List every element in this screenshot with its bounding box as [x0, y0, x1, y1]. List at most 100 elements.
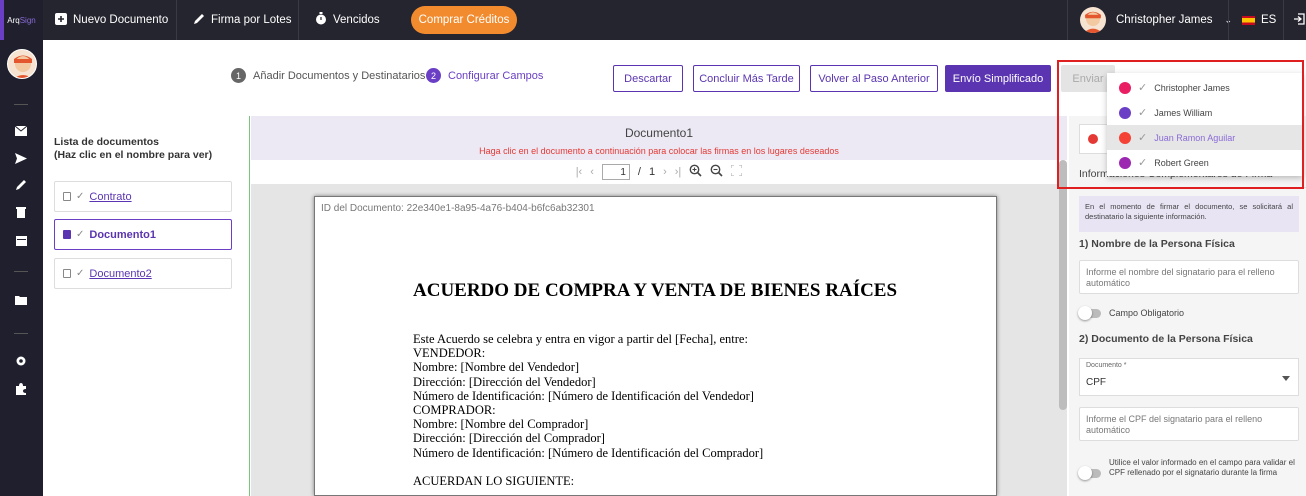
- step-number: 2: [426, 68, 441, 83]
- check-icon: ✓: [76, 268, 85, 279]
- viewer-header: Documento1 Haga clic en el documento a c…: [251, 116, 1067, 160]
- simplified-send-button[interactable]: Envío Simplificado: [945, 65, 1051, 92]
- expired-label: Vencidos: [333, 14, 380, 26]
- step-number: 1: [231, 68, 246, 83]
- document-heading: ACUERDO DE COMPRA Y VENTA DE BIENES RAÍC…: [413, 280, 898, 301]
- required-toggle-label: Campo Obligatorio: [1109, 308, 1185, 318]
- topbar-divider: [176, 0, 177, 40]
- language-selector[interactable]: ES: [1242, 0, 1276, 40]
- page-total: 1: [648, 166, 656, 178]
- document-line: VENDEDOR:: [413, 346, 486, 361]
- language-label: ES: [1261, 14, 1277, 26]
- document-item-label: Documento1: [89, 228, 157, 241]
- buy-credits-button[interactable]: Comprar Créditos: [411, 6, 517, 34]
- page-input[interactable]: 1: [601, 164, 630, 180]
- document-list-title-line1: Lista de documentos: [54, 136, 160, 148]
- trash-icon[interactable]: [12, 203, 30, 221]
- user-avatar: [1080, 7, 1106, 33]
- document-viewer: Documento1 Haga clic en el documento a c…: [251, 116, 1067, 496]
- back-button[interactable]: Volver al Paso Anterior: [810, 65, 938, 92]
- discard-button[interactable]: Descartar: [613, 65, 683, 92]
- first-page-icon[interactable]: |‹: [576, 166, 583, 178]
- viewer-hint: Haga clic en el documento a continuación…: [479, 146, 839, 156]
- prev-page-icon[interactable]: ‹: [590, 166, 594, 178]
- fullscreen-icon[interactable]: [730, 164, 743, 179]
- document-line: Número de Identificación: [Número de Ide…: [413, 388, 754, 403]
- last-page-icon[interactable]: ›|: [675, 166, 682, 178]
- highlight-annotation: [1057, 60, 1304, 189]
- mail-icon[interactable]: [12, 122, 30, 140]
- signature-icon: [193, 13, 205, 28]
- topbar-divider: [1228, 0, 1229, 40]
- document-item-documento1[interactable]: ✓ Documento1: [54, 219, 232, 250]
- gear-icon[interactable]: [12, 352, 30, 370]
- document-item-label: Contrato: [89, 190, 132, 203]
- logo-text-b: Sign: [19, 15, 36, 25]
- validate-cpf-toggle[interactable]: [1078, 466, 1101, 480]
- next-page-icon[interactable]: ›: [663, 166, 667, 178]
- topbar-divider: [1283, 0, 1284, 40]
- validate-cpf-label: Utilice el valor informado en el campo p…: [1109, 458, 1295, 477]
- document-type-select[interactable]: Documento * CPF: [1079, 358, 1299, 396]
- user-name: Christopher James: [1116, 14, 1213, 26]
- document-line: COMPRADOR:: [413, 403, 496, 418]
- document-line: ACUERDAN LO SIGUIENTE:: [413, 473, 575, 488]
- folder-icon[interactable]: [12, 291, 30, 309]
- topbar-divider: [1067, 0, 1068, 40]
- puzzle-icon[interactable]: [12, 380, 30, 398]
- required-toggle[interactable]: [1078, 306, 1101, 320]
- document-page[interactable]: ID del Documento: 22e340e1-8a95-4a76-b40…: [314, 196, 997, 496]
- rail-avatar[interactable]: [7, 49, 37, 79]
- app-logo[interactable]: Arq Sign: [0, 0, 43, 40]
- left-rail: Arq Sign: [0, 0, 43, 496]
- rail-divider: [14, 333, 28, 334]
- file-icon: [63, 230, 71, 239]
- viewer-scrollbar[interactable]: [1059, 160, 1067, 410]
- pen-icon[interactable]: [12, 176, 30, 194]
- pdf-toolbar: |‹ ‹ 1 / 1 › ›|: [251, 160, 1067, 184]
- step-add-documents[interactable]: 1 Añadir Documentos y Destinatarios: [231, 68, 425, 83]
- step-configure-fields[interactable]: 2 Configurar Campos: [426, 68, 543, 83]
- batch-signature-label: Firma por Lotes: [211, 14, 292, 26]
- file-icon: [63, 192, 71, 201]
- document-body: Este Acuerdo se celebra y entra en vigor…: [413, 332, 763, 488]
- logout-button[interactable]: [1293, 0, 1305, 40]
- document-id: ID del Documento: 22e340e1-8a95-4a76-b40…: [321, 203, 595, 214]
- document-line: Número de Identificación: [Número de Ide…: [413, 445, 764, 460]
- signer-name-field[interactable]: Informe el nombre del signatario para el…: [1079, 260, 1299, 294]
- finish-later-button[interactable]: Concluir Más Tarde: [693, 65, 800, 92]
- document-list-title: Lista de documentos (Haz clic en el nomb…: [54, 136, 212, 162]
- zoom-out-icon[interactable]: [710, 164, 723, 180]
- zoom-in-icon[interactable]: [689, 164, 702, 180]
- expired-button[interactable]: Vencidos: [315, 0, 380, 40]
- user-menu[interactable]: Christopher James ⌄: [1080, 0, 1232, 40]
- send-icon[interactable]: [12, 149, 30, 167]
- document-item-label: Documento2: [89, 267, 152, 280]
- topbar-divider: [298, 0, 299, 40]
- new-document-label: Nuevo Documento: [73, 14, 169, 26]
- document-item-contrato[interactable]: ✓ Contrato: [54, 181, 232, 212]
- stopwatch-icon: [315, 12, 327, 28]
- check-icon: ✓: [76, 191, 85, 202]
- document-line: Nombre: [Nombre del Comprador]: [413, 417, 589, 432]
- person-name-heading: 1) Nombre de la Persona Física: [1079, 238, 1235, 250]
- document-line: Nombre: [Nombre del Vendedor]: [413, 360, 580, 375]
- caret-down-icon: [1282, 376, 1290, 381]
- document-line: Dirección: [Dirección del Vendedor]: [413, 374, 596, 389]
- plus-icon: [55, 12, 67, 28]
- step-label: Añadir Documentos y Destinatarios: [253, 69, 426, 82]
- document-list-panel: Lista de documentos (Haz clic en el nomb…: [43, 116, 250, 496]
- document-line: Este Acuerdo se celebra y entra en vigor…: [413, 332, 748, 346]
- batch-signature-button[interactable]: Firma por Lotes: [193, 0, 292, 40]
- step-label: Configurar Campos: [448, 69, 544, 82]
- info-note: En el momento de firmar el documento, se…: [1079, 196, 1299, 232]
- signer-cpf-field[interactable]: Informe el CPF del signatario para el re…: [1079, 407, 1299, 441]
- document-type-label: Documento *: [1086, 362, 1127, 369]
- top-bar: Nuevo Documento Firma por Lotes Vencidos…: [43, 0, 1306, 40]
- document-line: Dirección: [Dirección del Comprador]: [413, 431, 605, 446]
- page-separator: /: [637, 166, 641, 178]
- document-item-documento2[interactable]: ✓ Documento2: [54, 258, 232, 289]
- new-document-button[interactable]: Nuevo Documento: [55, 0, 168, 40]
- document-type-value: CPF: [1086, 377, 1106, 388]
- calendar-icon[interactable]: [12, 231, 30, 249]
